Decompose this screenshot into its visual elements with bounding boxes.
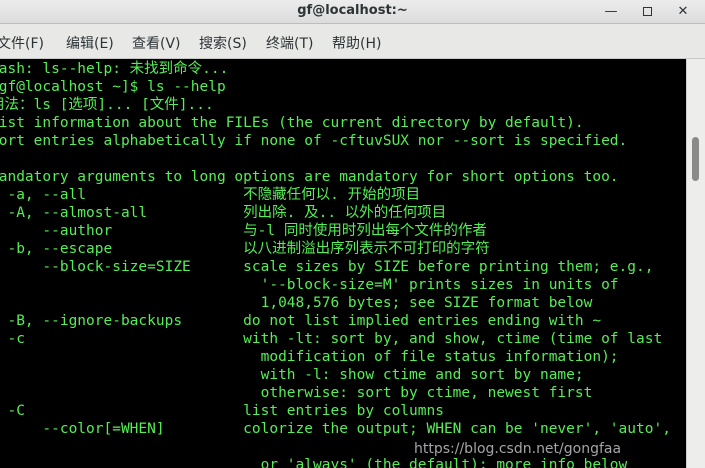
terminal-line: --author 与-l 同时使用时列出每个文件的作者 bbox=[0, 223, 487, 239]
terminal-output[interactable]: bash: ls--help: 未找到命令... [gf@localhost ~… bbox=[0, 59, 686, 468]
maximize-button[interactable] bbox=[636, 2, 658, 22]
terminal-line: Sort entries alphabetically if none of -… bbox=[0, 133, 628, 149]
terminal-line: -c with -lt: sort by, and show, ctime (t… bbox=[0, 331, 663, 347]
terminal-line: bash: ls--help: 未找到命令... bbox=[0, 61, 229, 77]
terminal-line: '--block-size=M' prints sizes in units o… bbox=[0, 277, 619, 293]
terminal-line: 1,048,576 bytes; see SIZE format below bbox=[0, 295, 593, 311]
vertical-scrollbar[interactable] bbox=[686, 59, 705, 468]
close-button[interactable]: ✕ bbox=[672, 2, 694, 22]
terminal-line: -a, --all 不隐藏任何以. 开始的项目 bbox=[0, 187, 421, 203]
menu-terminal[interactable]: 终端(T) bbox=[266, 33, 313, 53]
menu-edit[interactable]: 编辑(E) bbox=[66, 33, 114, 53]
minimize-button[interactable]: — bbox=[600, 2, 622, 22]
terminal-line: Mandatory arguments to long options are … bbox=[0, 169, 619, 185]
terminal-line: modification of file status information)… bbox=[0, 349, 619, 365]
watermark-text: https://blog.csdn.net/gongfaa bbox=[414, 441, 622, 457]
terminal-line: [gf@localhost ~]$ ls --help bbox=[0, 79, 226, 95]
terminal-line: --color[=WHEN] colorize the output; WHEN… bbox=[0, 421, 671, 437]
menu-help[interactable]: 帮助(H) bbox=[332, 33, 381, 53]
terminal-line: -B, --ignore-backups do not list implied… bbox=[0, 313, 602, 329]
terminal-line: -C list entries by columns bbox=[0, 403, 444, 419]
terminal-line: -b, --escape 以八进制溢出序列表示不可打印的字符 bbox=[0, 241, 490, 257]
terminal-line: List information about the FILEs (the cu… bbox=[0, 115, 584, 131]
menu-search[interactable]: 搜索(S) bbox=[199, 33, 247, 53]
maximize-icon bbox=[642, 7, 652, 16]
terminal-line: otherwise: sort by ctime, newest first bbox=[0, 385, 593, 401]
close-icon: ✕ bbox=[677, 4, 689, 19]
terminal-line: --block-size=SIZE scale sizes by SIZE be… bbox=[0, 259, 654, 275]
menu-view[interactable]: 查看(V) bbox=[132, 33, 181, 53]
title-bar[interactable]: gf@localhost:~ — ✕ bbox=[0, 0, 705, 24]
terminal-line: or 'always' (the default); more info bel… bbox=[0, 457, 628, 468]
terminal-line: with -l: show ctime and sort by name; bbox=[0, 367, 584, 383]
terminal-window: gf@localhost:~ — ✕ 文件(F) 编辑(E) 查看(V) 搜索(… bbox=[0, 0, 705, 468]
terminal-line: -A, --almost-all 列出除. 及.. 以外的任何项目 bbox=[0, 205, 447, 221]
menu-file[interactable]: 文件(F) bbox=[0, 33, 44, 53]
scrollbar-thumb[interactable] bbox=[692, 137, 699, 181]
minimize-icon: — bbox=[604, 4, 618, 19]
terminal-line: 用法：ls [选项]... [文件]... bbox=[0, 97, 214, 113]
menu-bar: 文件(F) 编辑(E) 查看(V) 搜索(S) 终端(T) 帮助(H) bbox=[0, 24, 705, 59]
